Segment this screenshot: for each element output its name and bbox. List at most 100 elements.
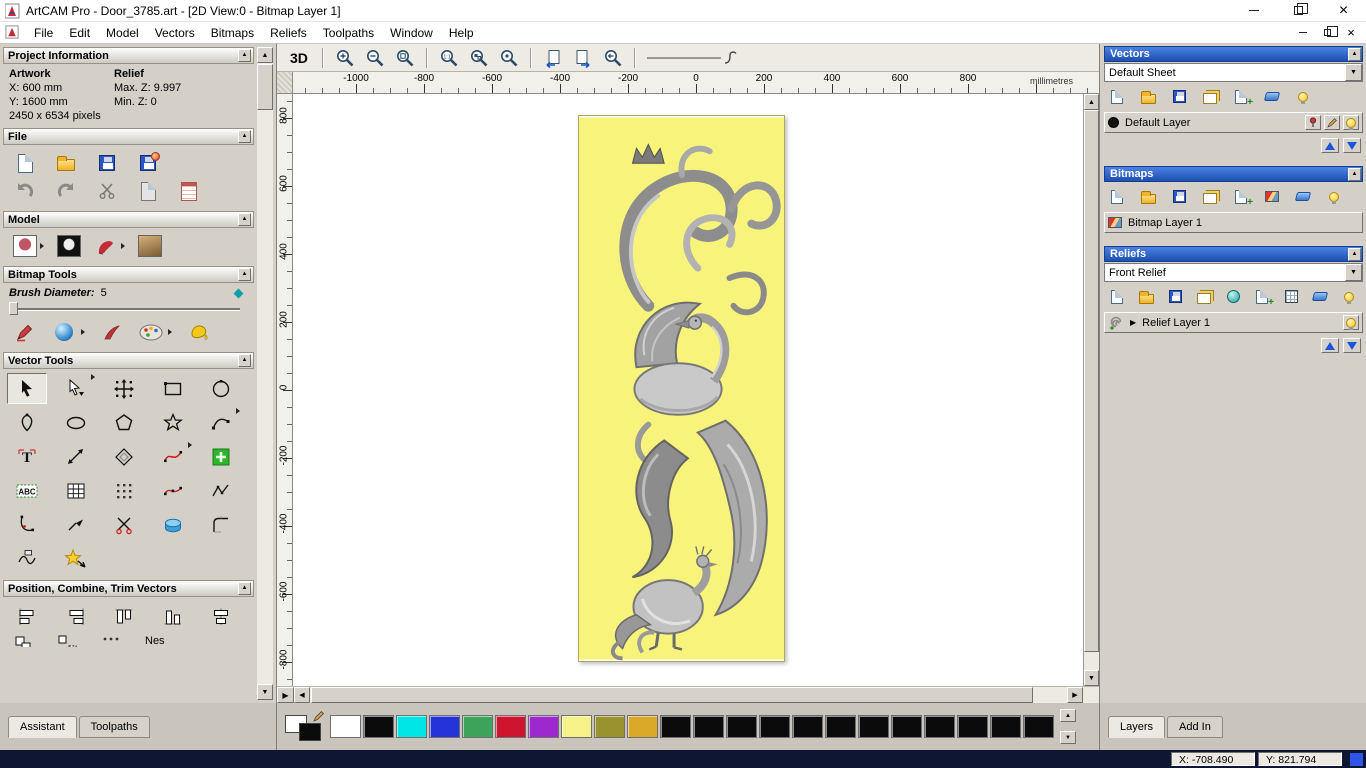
save-vector-layer-button[interactable] <box>1170 88 1188 105</box>
invert-view-button[interactable] <box>57 234 81 258</box>
open-bitmap-layer-button[interactable] <box>1139 188 1157 205</box>
create-text-tool[interactable]: T <box>7 441 47 472</box>
palette-swatch[interactable] <box>1023 715 1054 738</box>
import-image-button[interactable] <box>1263 188 1281 205</box>
wrap-vectors-tool[interactable] <box>56 543 96 574</box>
new-relief-layer-button[interactable] <box>1108 288 1126 305</box>
minimize-button[interactable] <box>1231 0 1276 21</box>
paste-along-curve-tool[interactable] <box>56 475 96 506</box>
collapse-section-button[interactable]: ▲ <box>238 582 251 595</box>
move-layer-up-button[interactable] <box>1321 338 1339 353</box>
canvas-vertical-scrollbar[interactable]: ▲ ▼ <box>1083 94 1099 686</box>
fit-spline-tool[interactable] <box>153 475 193 506</box>
tab-layers[interactable]: Layers <box>1108 715 1166 738</box>
relief-layer-row[interactable]: ▶ Relief Layer 1 <box>1104 312 1363 333</box>
assistant-scrollbar[interactable]: ▲ ▼ <box>257 47 273 700</box>
palette-swatch[interactable] <box>528 715 559 738</box>
new-bitmap-layer-button[interactable] <box>1108 188 1126 205</box>
duplicate-relief-layer-button[interactable]: + <box>1253 288 1274 308</box>
mdi-restore-button[interactable] <box>1320 26 1338 40</box>
canvas-2d-view[interactable] <box>293 94 1083 686</box>
vector-sheet-select[interactable]: Default Sheet ▼ <box>1104 63 1363 82</box>
scroll-thumb[interactable] <box>311 687 1033 703</box>
close-button[interactable]: × <box>1321 0 1366 21</box>
palette-swatch[interactable] <box>396 715 427 738</box>
menu-vectors[interactable]: Vectors <box>147 24 203 42</box>
expander-arrow-icon[interactable]: ▶ <box>1130 318 1136 327</box>
menu-file[interactable]: File <box>26 24 61 42</box>
save-model-button[interactable] <box>95 151 119 175</box>
menu-bitmaps[interactable]: Bitmaps <box>203 24 262 42</box>
new-vector-layer-button[interactable] <box>1108 88 1126 105</box>
layer-colour-chip[interactable] <box>1108 117 1119 128</box>
relief-grid-button[interactable] <box>1282 288 1300 305</box>
flyout-arrow-icon[interactable] <box>236 408 241 414</box>
align-top-tool[interactable] <box>104 601 144 632</box>
toggle-all-vectors-button[interactable] <box>1294 88 1312 105</box>
layer-visibility-button[interactable] <box>1343 315 1359 330</box>
measure-tool[interactable] <box>56 441 96 472</box>
offset-vectors-tool[interactable] <box>104 441 144 472</box>
zoom-objects-button[interactable] <box>497 46 521 70</box>
palette-swatch[interactable] <box>561 715 592 738</box>
text-block-tool[interactable]: ABC <box>7 475 47 506</box>
palette-swatch[interactable] <box>594 715 625 738</box>
open-vector-layer-button[interactable] <box>1139 88 1157 105</box>
greyscale-view-button[interactable] <box>13 234 37 258</box>
undo-button[interactable] <box>13 179 37 203</box>
lock-layer-button[interactable] <box>1305 115 1321 130</box>
menu-edit[interactable]: Edit <box>61 24 98 42</box>
scroll-down-button[interactable]: ▼ <box>257 684 273 700</box>
palette-swatch[interactable] <box>924 715 955 738</box>
create-arc-points-tool[interactable] <box>7 509 47 540</box>
zoom-window-button[interactable] <box>393 46 417 70</box>
reset-flyout-arrow-icon[interactable] <box>121 243 125 249</box>
trim-vectors-tool[interactable] <box>104 509 144 540</box>
tab-toolpaths[interactable]: Toolpaths <box>78 715 150 738</box>
fade-relief-slider[interactable] <box>645 48 741 68</box>
relief-select[interactable]: Front Relief ▼ <box>1104 263 1363 282</box>
collapse-section-button[interactable]: ▲ <box>238 130 251 143</box>
scroll-left-button[interactable]: ◀ <box>294 687 310 703</box>
extrude-tool[interactable] <box>153 509 193 540</box>
fit-polyline-tool[interactable] <box>201 475 241 506</box>
nesting-tool-label[interactable]: Nes <box>145 635 165 647</box>
zoom-out-button[interactable] <box>363 46 387 70</box>
flood-fill-button[interactable] <box>187 320 211 344</box>
save-bitmap-layer-button[interactable] <box>1170 188 1188 205</box>
move-layer-down-button[interactable] <box>1343 138 1361 153</box>
scroll-track[interactable] <box>310 687 1067 703</box>
reset-relief-button[interactable] <box>94 234 118 258</box>
create-arc-tool[interactable] <box>201 407 241 438</box>
dropdown-arrow-icon[interactable]: ▼ <box>1345 64 1362 81</box>
merge-bitmap-layers-button[interactable] <box>1201 188 1219 205</box>
delete-bitmap-layer-button[interactable] <box>1294 188 1312 205</box>
section-profile-tool[interactable] <box>7 543 47 574</box>
brush-shape-icon[interactable] <box>233 288 244 298</box>
menu-reliefs[interactable]: Reliefs <box>262 24 315 42</box>
palette-swatch[interactable] <box>957 715 988 738</box>
restore-button[interactable] <box>1276 0 1321 21</box>
copy-button[interactable] <box>136 179 160 203</box>
scroll-up-button[interactable]: ▲ <box>1084 94 1099 110</box>
previous-bitmap-layer-button[interactable] <box>541 46 565 70</box>
palette-swatch[interactable] <box>627 715 658 738</box>
palette-swatch[interactable] <box>693 715 724 738</box>
palette-swatch[interactable] <box>858 715 889 738</box>
fit-curve-tool[interactable] <box>153 441 193 472</box>
next-bitmap-layer-button[interactable] <box>571 46 595 70</box>
preview-relief-button[interactable] <box>138 234 162 258</box>
open-model-button[interactable] <box>54 151 78 175</box>
dropdown-arrow-icon[interactable]: ▼ <box>1345 264 1362 281</box>
palette-swatch[interactable] <box>990 715 1021 738</box>
palette-swatch[interactable] <box>660 715 691 738</box>
block-copy-tool[interactable] <box>104 475 144 506</box>
flyout-arrow-icon[interactable] <box>90 374 95 380</box>
smooth-relief-button[interactable] <box>1224 288 1242 305</box>
zoom-1to1-button[interactable]: 1:1 <box>437 46 461 70</box>
palette-swatch[interactable] <box>759 715 790 738</box>
zoom-previous-button[interactable] <box>601 46 625 70</box>
draw-button[interactable] <box>100 320 124 344</box>
bitmap-layer-row[interactable]: Bitmap Layer 1 <box>1104 212 1363 233</box>
align-centre-tool[interactable] <box>201 601 241 632</box>
